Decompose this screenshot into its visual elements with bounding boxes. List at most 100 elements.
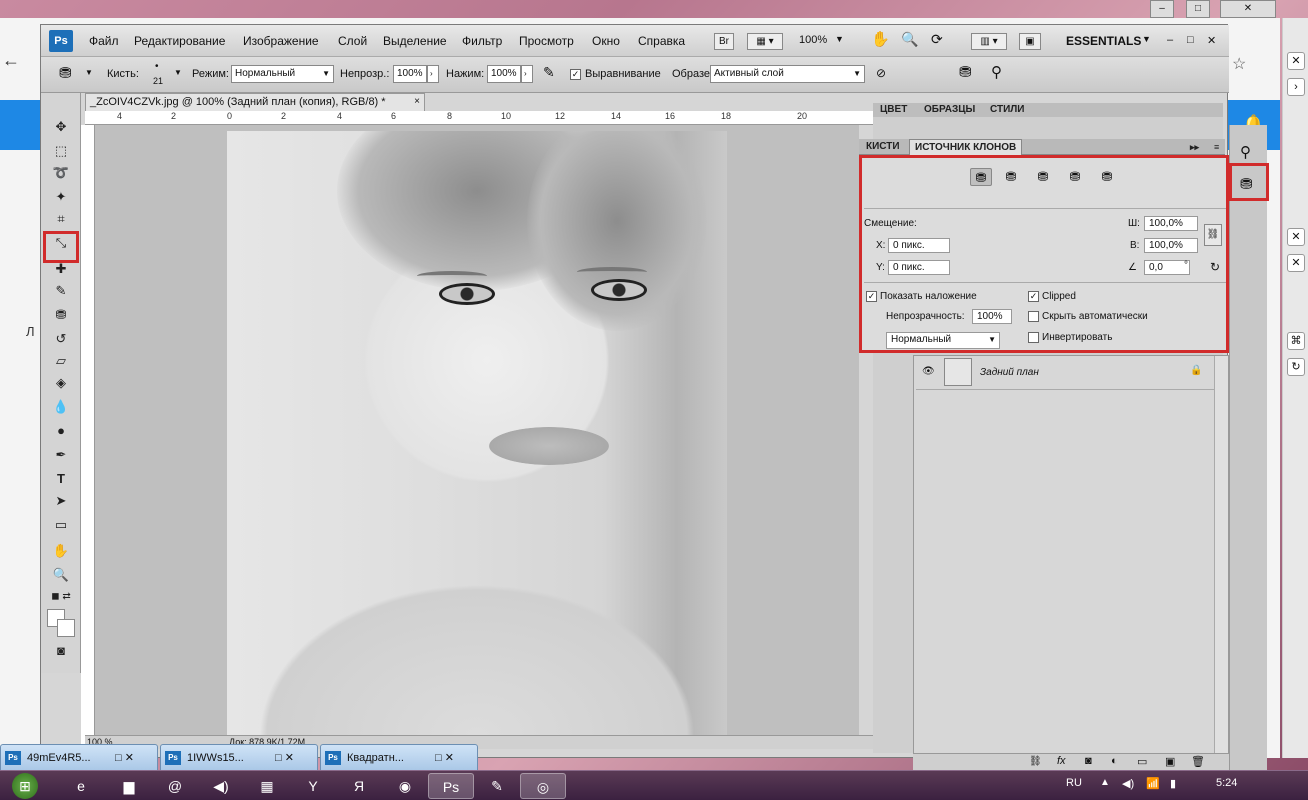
close-icon[interactable]: ✕	[1287, 52, 1305, 70]
paint-bucket-tool-icon[interactable]: ◈	[49, 373, 73, 393]
new-group-icon[interactable]: ▭	[1137, 755, 1147, 768]
explorer-icon[interactable]: ▆	[106, 773, 152, 799]
clone-source-3-button[interactable]: ⛃	[1032, 168, 1054, 186]
ie-icon[interactable]: e	[58, 773, 104, 799]
show-overlay-checkbox[interactable]: ✓	[866, 291, 877, 302]
bookmark-star-icon[interactable]: ☆	[1232, 54, 1246, 74]
zoom-dropdown-icon[interactable]: ▼	[835, 34, 844, 44]
trash-icon[interactable]: 🗑	[1191, 755, 1205, 768]
move-tool-icon[interactable]: ✥	[49, 117, 73, 137]
adjustment-layer-icon[interactable]: ◐	[1111, 755, 1118, 767]
ps-minimize-button[interactable]: –	[1167, 34, 1173, 46]
tab-swatches[interactable]: ОБРАЗЦЫ	[919, 103, 980, 117]
flow-input[interactable]: 100%	[487, 65, 521, 83]
close-icon[interactable]: ✕	[1287, 228, 1305, 246]
clipped-checkbox[interactable]: ✓	[1028, 291, 1039, 302]
layers-scrollbar[interactable]	[1214, 356, 1228, 754]
ps-close-button[interactable]: ✕	[1207, 34, 1216, 47]
close-icon[interactable]: ✕	[1287, 254, 1305, 272]
menu-help[interactable]: Справка	[638, 34, 685, 48]
tab-color[interactable]: ЦВЕТ	[875, 103, 912, 117]
workspace-switcher[interactable]: ESSENTIALS	[1066, 34, 1141, 48]
brush-size[interactable]: 21	[153, 76, 163, 86]
document-tab[interactable]: _ZcOIV4CZVk.jpg @ 100% (Задний план (коп…	[85, 93, 425, 111]
offset-x-input[interactable]: 0 пикс.	[888, 238, 950, 253]
path-selection-tool-icon[interactable]: ➤	[49, 491, 73, 511]
portrait-photo[interactable]	[227, 131, 727, 735]
shape-tool-icon[interactable]: ▭	[49, 515, 73, 535]
dodge-tool-icon[interactable]: ●	[49, 421, 73, 441]
back-arrow-icon[interactable]: ←	[2, 50, 20, 71]
rotate-view-icon[interactable]: ⟳	[931, 31, 943, 48]
flow-slider-button[interactable]: ›	[521, 65, 533, 83]
network-icon[interactable]: 📶	[1146, 777, 1160, 790]
clone-source-2-button[interactable]: ⛃	[1000, 168, 1022, 186]
ps-restore-button[interactable]: □	[1187, 34, 1194, 46]
scale-width-input[interactable]: 100,0%	[1144, 216, 1198, 231]
layer-name[interactable]: Задний план	[980, 367, 1039, 378]
signal-icon[interactable]: ▮	[1170, 777, 1176, 790]
background-color-swatch[interactable]	[57, 619, 75, 637]
aligned-checkbox[interactable]: ✓	[570, 69, 581, 80]
document-close-icon[interactable]: ×	[414, 94, 420, 110]
default-colors-icon[interactable]: ◼ ⇄	[49, 587, 73, 607]
menu-layer[interactable]: Слой	[338, 34, 367, 48]
chrome-taskbar-button[interactable]: ◎	[520, 773, 566, 799]
clone-stamp-tool-icon[interactable]: ⛃	[49, 305, 73, 325]
minimized-window-3[interactable]: Ps Квадратн... □ ✕	[320, 744, 478, 772]
minimized-window-2[interactable]: Ps 1IWWs15... □ ✕	[160, 744, 318, 772]
sample-select[interactable]: Активный слой	[710, 65, 865, 83]
fx-icon[interactable]: fx	[1057, 755, 1066, 767]
arrange-documents-button[interactable]: ▥ ▾	[971, 33, 1007, 50]
crop-tool-icon[interactable]: ⌗	[49, 209, 73, 229]
tab-brushes[interactable]: КИСТИ	[861, 139, 905, 155]
close-button[interactable]: ✕	[1220, 0, 1276, 18]
brush-tool-icon[interactable]: ✎	[49, 281, 73, 301]
media-icon[interactable]: ◀)	[198, 773, 244, 799]
new-layer-icon[interactable]: ▣	[1165, 755, 1175, 768]
clone-source-1-button[interactable]: ⛃	[970, 168, 992, 186]
keyboard-language[interactable]: RU	[1066, 777, 1082, 789]
paint-icon[interactable]: ✎	[474, 773, 520, 799]
calendar-icon[interactable]: ▦	[244, 773, 290, 799]
hand-tool-icon[interactable]: ✋	[49, 541, 73, 561]
minimized-window-1[interactable]: Ps 49mEv4R5... □ ✕	[0, 744, 158, 772]
opacity-input[interactable]: 100%	[393, 65, 427, 83]
refresh-icon[interactable]: ↻	[1287, 358, 1305, 376]
yandex-browser-icon[interactable]: Я	[336, 773, 382, 799]
menu-select[interactable]: Выделение	[383, 34, 447, 48]
menu-window[interactable]: Окно	[592, 34, 620, 48]
tray-chevron-icon[interactable]: ▲	[1100, 777, 1110, 788]
layer-row[interactable]: 👁 Задний план 🔒	[916, 356, 1214, 390]
history-brush-tool-icon[interactable]: ↺	[49, 329, 73, 349]
menu-file[interactable]: Файл	[89, 34, 119, 48]
preset-dropdown-icon[interactable]: ▼	[85, 68, 93, 77]
brush-tip-icon[interactable]: •	[155, 61, 159, 72]
menu-edit[interactable]: Редактирование	[134, 34, 225, 48]
link-icon[interactable]: ⌘	[1287, 332, 1305, 350]
type-tool-icon[interactable]: T	[49, 469, 73, 489]
screen-mode-button[interactable]: ▣	[1019, 33, 1041, 50]
tab-clone-source[interactable]: ИСТОЧНИК КЛОНОВ	[909, 139, 1023, 155]
minimized-controls[interactable]: □ ✕	[275, 745, 294, 771]
clone-source-5-button[interactable]: ⛃	[1096, 168, 1118, 186]
invert-checkbox[interactable]	[1028, 332, 1039, 343]
minimize-button[interactable]: –	[1150, 0, 1174, 18]
clock[interactable]: 5:24	[1216, 777, 1237, 789]
brush-panel-icon[interactable]: ⚲	[1240, 143, 1251, 161]
magic-wand-tool-icon[interactable]: ✦	[49, 187, 73, 207]
panel-menu-icon[interactable]: ≡	[1209, 139, 1224, 155]
yandex-icon[interactable]: Y	[290, 773, 336, 799]
eraser-tool-icon[interactable]: ▱	[49, 351, 73, 371]
minimized-controls[interactable]: □ ✕	[115, 745, 134, 771]
maximize-button[interactable]: □	[1186, 0, 1210, 18]
marquee-tool-icon[interactable]: ⬚	[49, 141, 73, 161]
ignore-adjustment-layers-icon[interactable]: ⊘	[876, 66, 886, 80]
reset-transform-icon[interactable]: ↻	[1210, 260, 1220, 274]
pen-tool-icon[interactable]: ✒	[49, 445, 73, 465]
airbrush-icon[interactable]: ✎	[543, 64, 555, 81]
zoom-tool-icon[interactable]: 🔍	[49, 565, 73, 585]
menu-image[interactable]: Изображение	[243, 34, 319, 48]
layer-mask-icon[interactable]: ◙	[1085, 755, 1092, 767]
menu-view[interactable]: Просмотр	[519, 34, 574, 48]
